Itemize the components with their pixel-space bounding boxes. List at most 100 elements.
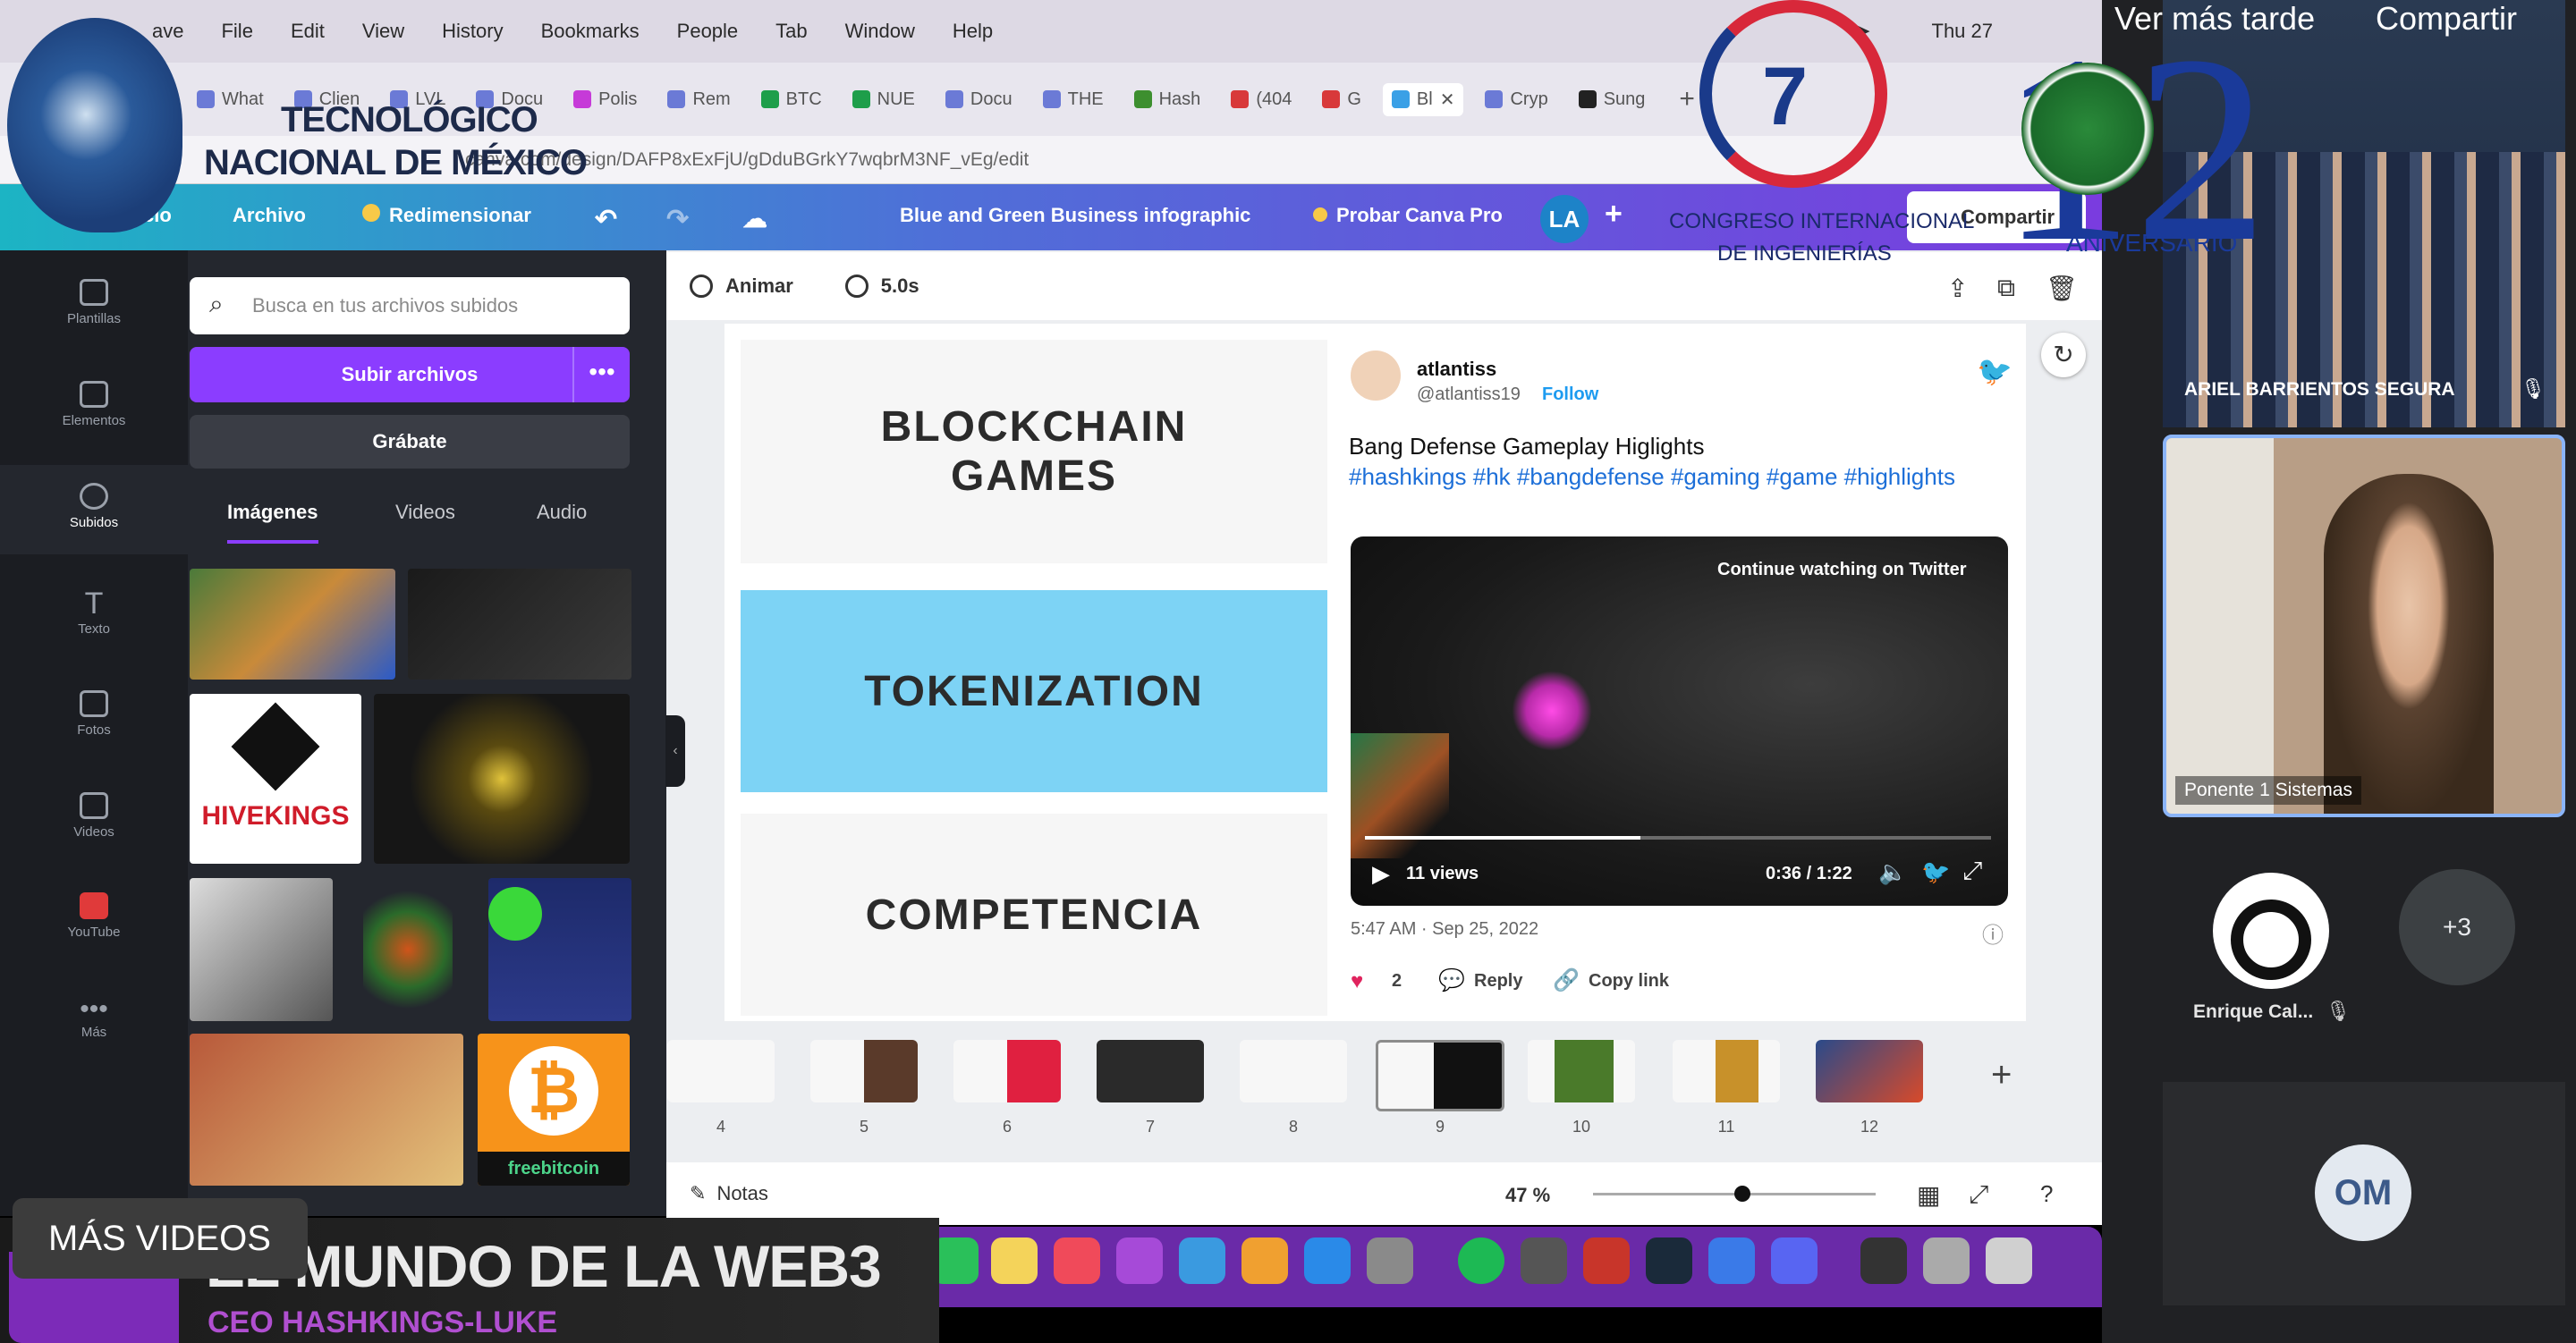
system-preferences-icon[interactable]: [1367, 1237, 1413, 1284]
page-thumbnail[interactable]: [1097, 1040, 1204, 1102]
browser-tab[interactable]: Sung: [1570, 84, 1655, 115]
video-progress-track[interactable]: [1365, 836, 1991, 840]
help-icon[interactable]: ?: [2040, 1180, 2053, 1208]
copy-link[interactable]: Copy link: [1589, 971, 1669, 992]
freebitcoin-image[interactable]: ₿ freebitcoin: [478, 1034, 630, 1186]
reply-link[interactable]: Reply: [1474, 971, 1522, 992]
rail-elements[interactable]: Elementos: [0, 381, 188, 428]
menu-window[interactable]: Window: [845, 20, 915, 43]
redo-icon[interactable]: ↷: [666, 204, 689, 235]
watch-later-link[interactable]: Ver más tarde: [2114, 0, 2315, 38]
browser-tab[interactable]: (404: [1222, 84, 1301, 115]
zoom-slider-thumb[interactable]: [1734, 1186, 1750, 1202]
slide-heading-tokenization[interactable]: TOKENIZATION: [741, 590, 1327, 792]
keynote-app-icon[interactable]: [1179, 1237, 1225, 1284]
menu-history[interactable]: History: [442, 20, 503, 43]
page-thumbnail[interactable]: [810, 1040, 918, 1102]
close-tab-icon[interactable]: ✕: [1440, 89, 1455, 111]
upload-image[interactable]: [408, 569, 631, 680]
upload-files-button[interactable]: Subir archivos: [190, 347, 630, 402]
undo-icon[interactable]: ↶: [595, 204, 617, 235]
upload-image[interactable]: [190, 878, 333, 1021]
menu-view[interactable]: View: [362, 20, 404, 43]
resize-button[interactable]: Redimensionar: [362, 204, 531, 227]
browser-tab[interactable]: What: [188, 84, 273, 115]
tweet-follow-link[interactable]: Follow: [1542, 384, 1598, 405]
bluetooth-app-icon[interactable]: [1708, 1237, 1755, 1284]
upload-image[interactable]: [190, 569, 395, 680]
rail-photos[interactable]: Fotos: [0, 690, 188, 738]
tab-videos[interactable]: Videos: [395, 501, 455, 524]
refresh-icon[interactable]: ↻: [2041, 333, 2086, 377]
record-yourself-button[interactable]: Grábate: [190, 415, 630, 469]
participant-tile-speaker[interactable]: Ponente 1 Sistemas: [2163, 435, 2565, 817]
discord-app-icon[interactable]: [1771, 1237, 1818, 1284]
share-page-icon[interactable]: ⇪: [1947, 274, 1968, 303]
page-thumbnail[interactable]: [667, 1040, 775, 1102]
fullscreen-icon[interactable]: ⤢: [1969, 1180, 1988, 1210]
volume-icon[interactable]: 🔈: [1878, 858, 1907, 886]
browser-tab[interactable]: Hash: [1125, 84, 1210, 115]
screen-app-icon[interactable]: [1860, 1237, 1907, 1284]
menu-edit[interactable]: Edit: [291, 20, 325, 43]
grid-view-icon[interactable]: ▦: [1917, 1180, 1940, 1210]
upload-image[interactable]: [190, 1034, 463, 1186]
tweet-video-player[interactable]: Continue watching on Twitter ▶ 11 views …: [1351, 536, 2008, 906]
dictionary-app-icon[interactable]: [1583, 1237, 1630, 1284]
tab-audio[interactable]: Audio: [537, 501, 587, 524]
browser-tab[interactable]: Docu: [936, 84, 1021, 115]
page-thumbnail[interactable]: [1673, 1040, 1780, 1102]
more-videos-button[interactable]: MÁS VIDEOS: [13, 1198, 308, 1279]
search-input[interactable]: ⌕ Busca en tus archivos subidos: [190, 277, 630, 334]
upload-more-button[interactable]: •••: [572, 347, 630, 402]
try-pro-button[interactable]: Probar Canva Pro: [1313, 204, 1503, 227]
collapse-panel-handle[interactable]: ‹: [665, 715, 685, 787]
page-thumbnail[interactable]: [1528, 1040, 1635, 1102]
upload-image[interactable]: [488, 878, 631, 1021]
music-app-icon[interactable]: [1054, 1237, 1100, 1284]
duration-button[interactable]: 5.0s: [844, 275, 919, 298]
pages-app-icon[interactable]: [1241, 1237, 1288, 1284]
upload-image[interactable]: [363, 878, 453, 1021]
play-icon[interactable]: ▶: [1372, 860, 1390, 888]
calculator-app-icon[interactable]: [1521, 1237, 1567, 1284]
menu-bookmarks[interactable]: Bookmarks: [541, 20, 640, 43]
menu-help[interactable]: Help: [953, 20, 993, 43]
tweet-hashtags[interactable]: #hashkings #hk #bangdefense #gaming #gam…: [1349, 461, 1975, 492]
rail-text[interactable]: T Texto: [0, 587, 188, 637]
fullscreen-icon[interactable]: ⤢: [1962, 857, 1982, 886]
page-thumbnail-current[interactable]: [1376, 1040, 1504, 1111]
browser-tab[interactable]: Cryp: [1476, 84, 1556, 115]
slide-heading-blockchain-games[interactable]: BLOCKCHAIN GAMES: [741, 340, 1327, 563]
menu-people[interactable]: People: [677, 20, 739, 43]
tab-images[interactable]: Imágenes: [227, 501, 318, 544]
browser-tab[interactable]: BTC: [752, 84, 831, 115]
page-thumbnail[interactable]: [1240, 1040, 1347, 1102]
rail-more[interactable]: ••• Más: [0, 994, 188, 1040]
more-participants-badge[interactable]: +3: [2399, 869, 2515, 985]
app-store-icon[interactable]: [1304, 1237, 1351, 1284]
menu-tab[interactable]: Tab: [775, 20, 807, 43]
browser-tab[interactable]: G: [1313, 84, 1370, 115]
rail-videos[interactable]: Videos: [0, 792, 188, 840]
rail-templates[interactable]: Plantillas: [0, 279, 188, 326]
like-heart-icon[interactable]: ♥: [1351, 969, 1363, 994]
menu-file[interactable]: File: [221, 20, 252, 43]
browser-tab[interactable]: Polis: [564, 84, 646, 115]
browser-tab[interactable]: THE: [1034, 84, 1113, 115]
share-link[interactable]: Compartir: [2376, 0, 2517, 38]
browser-tab-active[interactable]: Bl ✕: [1382, 82, 1464, 116]
podcasts-app-icon[interactable]: [1116, 1237, 1163, 1284]
archivo-menu[interactable]: Archivo: [233, 204, 306, 227]
page-thumbnail[interactable]: [1816, 1040, 1923, 1102]
tweet-date[interactable]: 5:47 AM · Sep 25, 2022: [1351, 919, 1538, 940]
spotify-app-icon[interactable]: [1458, 1237, 1504, 1284]
user-avatar[interactable]: LA: [1540, 195, 1589, 243]
info-icon[interactable]: ⓘ: [1982, 917, 2004, 949]
animate-button[interactable]: Animar: [690, 275, 793, 298]
trash-icon[interactable]: [1986, 1237, 2032, 1284]
terminal-app-icon[interactable]: [1646, 1237, 1692, 1284]
utility-app-icon[interactable]: [1923, 1237, 1970, 1284]
browser-tab[interactable]: NUE: [843, 84, 924, 115]
hivekings-logo[interactable]: HIVEKINGS: [190, 694, 361, 864]
